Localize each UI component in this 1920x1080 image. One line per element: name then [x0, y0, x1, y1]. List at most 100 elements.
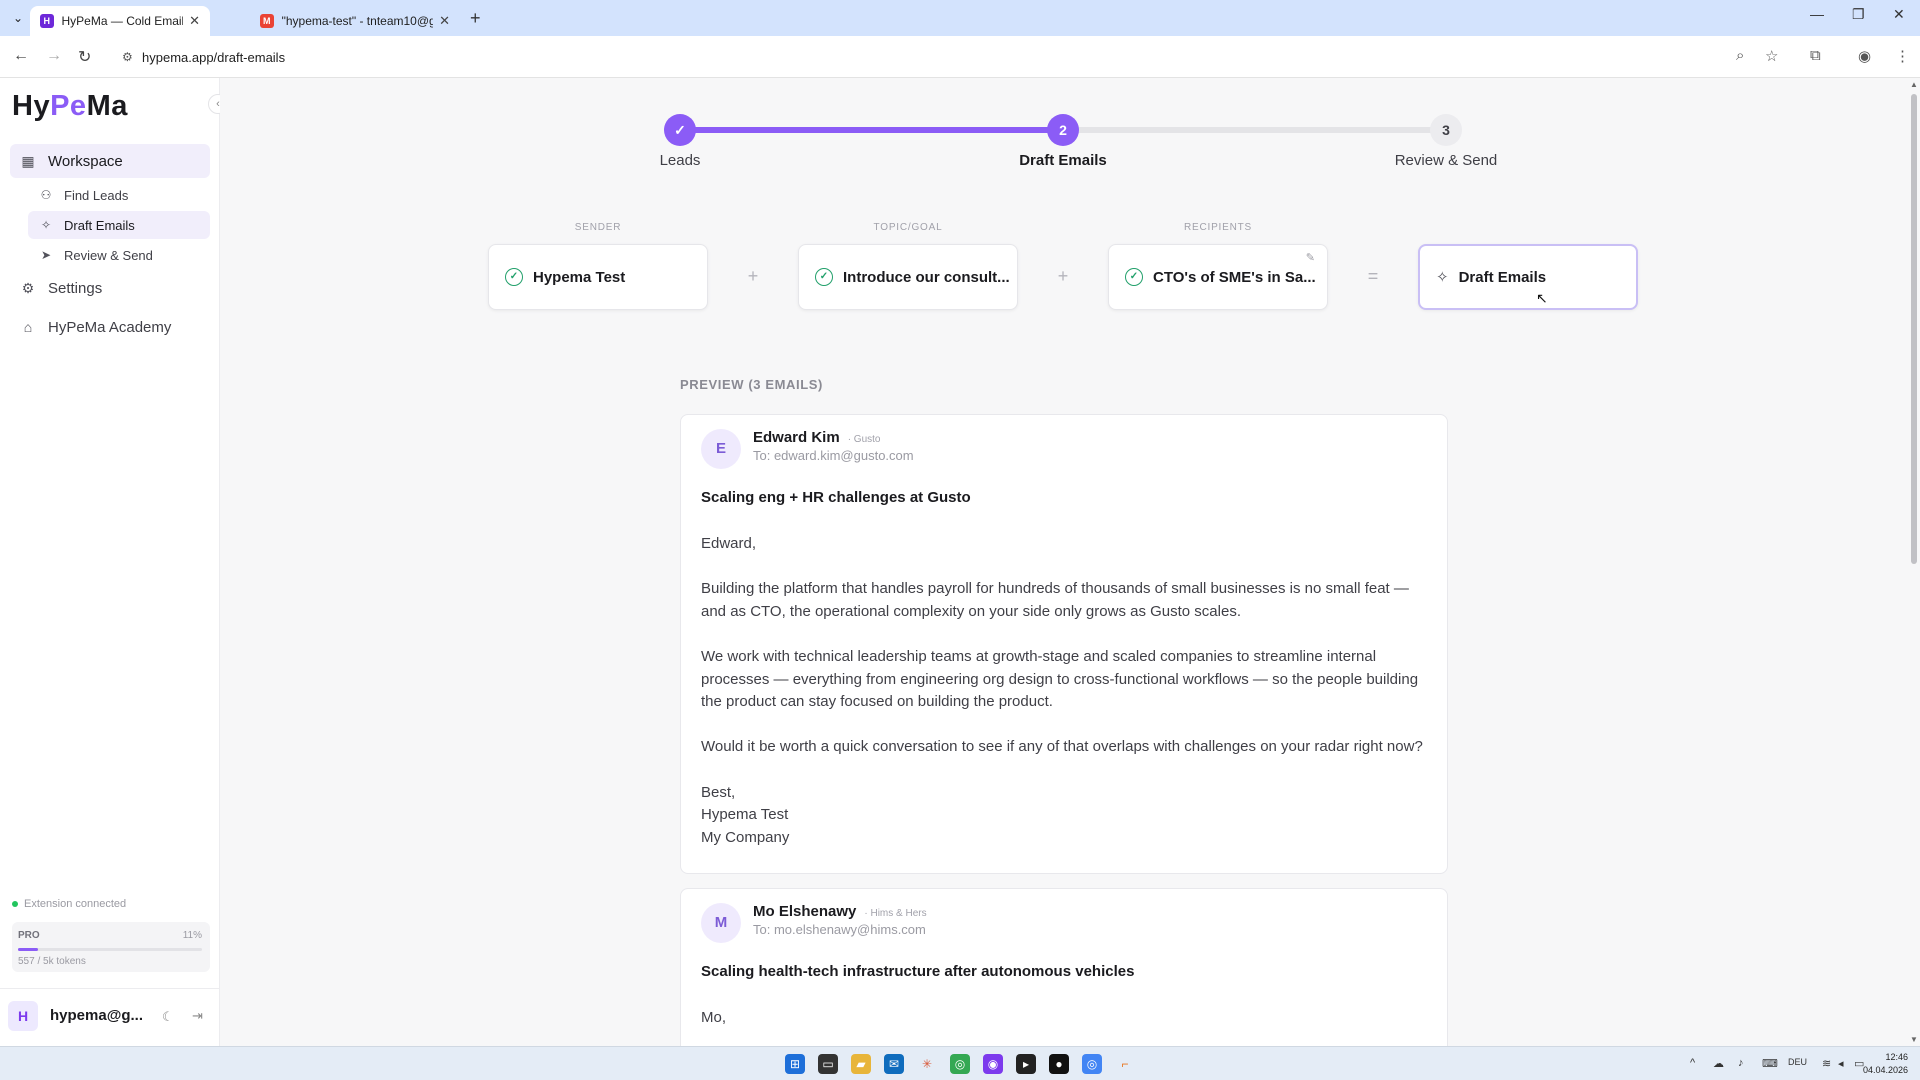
- email-body[interactable]: Mo,: [701, 1007, 1431, 1046]
- tab-search-icon[interactable]: ⌄: [8, 9, 28, 27]
- close-tab-icon[interactable]: ✕: [439, 13, 450, 29]
- recipient-name-text: Mo Elshenawy: [753, 903, 857, 920]
- nav-label: Find Leads: [64, 187, 129, 203]
- user-email[interactable]: hypema@g...: [50, 1007, 143, 1024]
- draft-emails-button[interactable]: ✧ Draft Emails: [1418, 244, 1638, 310]
- new-tab-icon[interactable]: +: [470, 8, 481, 29]
- wifi-icon[interactable]: ≋: [1822, 1057, 1831, 1070]
- email-body[interactable]: Edward, Building the platform that handl…: [701, 533, 1431, 849]
- terminal-icon[interactable]: ▸: [1016, 1054, 1036, 1074]
- sender-value: Hypema Test: [533, 268, 626, 286]
- browser-tab-hypema[interactable]: H HyPeMa — Cold Emails That Ac ✕: [30, 6, 210, 36]
- graduation-cap-icon: ⌂: [23, 319, 33, 335]
- email-signoff: Best,: [701, 783, 736, 801]
- nav-review-send[interactable]: ➤ Review & Send: [28, 241, 210, 269]
- zoom-icon[interactable]: ⌕: [1736, 47, 1744, 64]
- app-icon[interactable]: ◉: [983, 1054, 1003, 1074]
- status-dot-icon: [12, 901, 18, 907]
- page-scrollbar[interactable]: ▲ ▼: [1908, 78, 1920, 1046]
- avatar: E: [701, 429, 741, 469]
- nav-academy[interactable]: ⌂ HyPeMa Academy: [10, 310, 210, 344]
- gmail-favicon-icon: M: [260, 14, 274, 28]
- claude-icon[interactable]: ✳: [917, 1054, 937, 1074]
- system-clock[interactable]: 12:46 04.04.2026: [1863, 1051, 1908, 1077]
- profile-icon[interactable]: ◉: [1858, 47, 1871, 65]
- browser-menu-icon[interactable]: ⋮: [1895, 47, 1910, 65]
- sender-card[interactable]: ✓ Hypema Test: [488, 244, 708, 310]
- plus-operator: +: [1057, 266, 1069, 286]
- browser-toolbar: ← → ↻ ⚙ hypema.app/draft-emails ⌕ ☆ ⧉ ◉ …: [0, 36, 1920, 78]
- topic-value: Introduce our consult...: [843, 268, 1010, 286]
- keyboard-icon[interactable]: ⌨: [1762, 1057, 1778, 1070]
- task-view-icon[interactable]: ▭: [818, 1054, 838, 1074]
- nav-settings[interactable]: ⚙ Settings: [10, 271, 210, 305]
- scrollbar-thumb[interactable]: [1911, 94, 1917, 564]
- outlook-icon[interactable]: ✉: [884, 1054, 904, 1074]
- step-3-marker[interactable]: 3: [1430, 114, 1462, 146]
- recipients-card[interactable]: ✓ CTO's of SME's in Sa... ✎: [1108, 244, 1328, 310]
- scroll-up-icon[interactable]: ▲: [1910, 80, 1918, 89]
- extension-status-text: Extension connected: [24, 898, 127, 910]
- chrome-icon[interactable]: ◎: [1082, 1054, 1102, 1074]
- restore-icon[interactable]: ❐: [1852, 6, 1865, 23]
- email-paragraph: Building the platform that handles payro…: [701, 580, 1409, 620]
- grid-icon: ▦: [21, 152, 35, 169]
- recipient-company: · Gusto: [847, 434, 881, 445]
- address-input[interactable]: ⚙ hypema.app/draft-emails: [110, 41, 1770, 73]
- plan-name: PRO: [18, 930, 40, 941]
- close-tab-icon[interactable]: ✕: [189, 13, 200, 29]
- check-circle-icon: ✓: [1125, 268, 1143, 286]
- plan-usage-card: PRO 11% 557 / 5k tokens: [12, 922, 210, 972]
- close-window-icon[interactable]: ✕: [1893, 6, 1905, 23]
- chrome-icon[interactable]: ◎: [950, 1054, 970, 1074]
- main-content: ✓ 2 3 Leads Draft Emails Review & Send S…: [220, 78, 1908, 1046]
- email-paragraph: Edward,: [701, 535, 757, 552]
- nav-draft-emails[interactable]: ✧ Draft Emails: [28, 211, 210, 239]
- nav-label: Workspace: [48, 152, 123, 170]
- email-subject[interactable]: Scaling eng + HR challenges at Gusto: [701, 489, 971, 506]
- step-2-marker[interactable]: 2: [1047, 114, 1079, 146]
- forward-icon[interactable]: →: [46, 47, 62, 65]
- nav-workspace[interactable]: ▦ Workspace: [10, 144, 210, 178]
- topic-card[interactable]: ✓ Introduce our consult...: [798, 244, 1018, 310]
- pencil-icon[interactable]: ✎: [1306, 251, 1315, 264]
- microphone-icon[interactable]: ♪: [1738, 1057, 1744, 1069]
- moon-icon[interactable]: ☾: [162, 1009, 174, 1025]
- hypema-logo[interactable]: HyPeMa: [12, 90, 128, 123]
- equals-operator: =: [1367, 266, 1379, 286]
- step-label-review-send[interactable]: Review & Send: [1346, 152, 1546, 169]
- volume-icon[interactable]: ◂: [1838, 1057, 1844, 1070]
- language-indicator[interactable]: DEU: [1788, 1057, 1807, 1067]
- browser-tab-gmail[interactable]: M "hypema-test" - tnteam10@gm ✕: [250, 6, 460, 36]
- email-paragraph: We work with technical leadership teams …: [701, 647, 1419, 711]
- bookmark-star-icon[interactable]: ☆: [1765, 47, 1778, 65]
- cloud-icon[interactable]: ☁: [1713, 1057, 1724, 1070]
- nav-find-leads[interactable]: ⚇ Find Leads: [28, 181, 210, 209]
- site-settings-icon[interactable]: ⚙: [122, 50, 133, 64]
- tray-chevron-icon[interactable]: ^: [1690, 1057, 1695, 1069]
- app-icon[interactable]: ●: [1049, 1054, 1069, 1074]
- step-1-check-icon[interactable]: ✓: [664, 114, 696, 146]
- logo-accent: Pe: [50, 90, 87, 122]
- step-label-leads[interactable]: Leads: [580, 152, 780, 169]
- avatar[interactable]: H: [8, 1001, 38, 1031]
- email-subject[interactable]: Scaling health-tech infrastructure after…: [701, 963, 1134, 980]
- step-label-draft-emails[interactable]: Draft Emails: [963, 152, 1163, 169]
- recipient-name-text: Edward Kim: [753, 429, 840, 446]
- sender-label: SENDER: [574, 222, 622, 233]
- sparkle-icon: ✧: [40, 218, 52, 232]
- recipients-label: RECIPIENTS: [1183, 222, 1252, 233]
- logout-icon[interactable]: ⇥: [192, 1008, 203, 1024]
- windows-start-icon[interactable]: ⊞: [785, 1054, 805, 1074]
- minimize-icon[interactable]: —: [1810, 6, 1824, 22]
- back-icon[interactable]: ←: [13, 47, 29, 65]
- scroll-down-icon[interactable]: ▼: [1910, 1035, 1918, 1044]
- file-explorer-icon[interactable]: ▰: [851, 1054, 871, 1074]
- reload-icon[interactable]: ↻: [78, 47, 91, 67]
- email-preview-card[interactable]: M Mo Elshenawy · Hims & Hers To: mo.elshe…: [680, 888, 1448, 1046]
- email-preview-card[interactable]: E Edward Kim · Gusto To: edward.kim@gusto…: [680, 414, 1448, 874]
- stepper-line-pending: [1066, 127, 1450, 133]
- extensions-icon[interactable]: ⧉: [1810, 47, 1821, 64]
- app-icon[interactable]: ⌐: [1115, 1054, 1135, 1074]
- tab-title: HyPeMa — Cold Emails That Ac: [61, 14, 184, 28]
